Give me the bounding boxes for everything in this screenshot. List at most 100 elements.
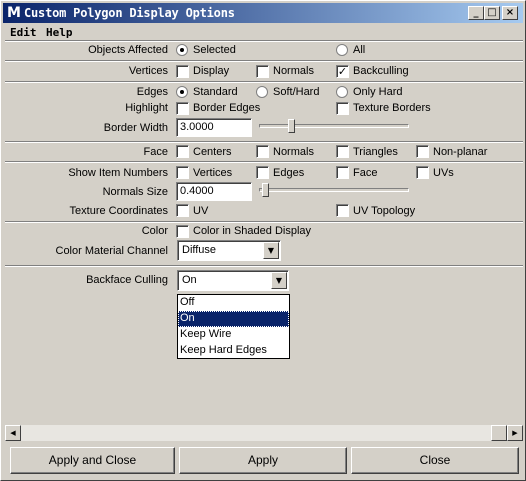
horizontal-scrollbar[interactable]: ◀ ▶ bbox=[5, 425, 523, 441]
vertices-normals-checkbox[interactable] bbox=[256, 65, 269, 78]
item-numbers-vertices-checkbox[interactable] bbox=[176, 166, 189, 179]
texture-borders-label: Texture Borders bbox=[353, 102, 431, 114]
border-width-slider-thumb[interactable] bbox=[287, 119, 295, 133]
texture-coordinates-label: Texture Coordinates bbox=[69, 205, 168, 217]
apply-and-close-button[interactable]: Apply and Close bbox=[10, 447, 175, 474]
normals-size-field[interactable]: 0.4000 bbox=[176, 182, 252, 201]
maya-icon: M bbox=[7, 5, 21, 21]
dropdown-option-keep-wire[interactable]: Keep Wire bbox=[178, 327, 289, 343]
dropdown-option-off[interactable]: Off bbox=[178, 295, 289, 311]
separator bbox=[5, 161, 523, 163]
face-label: Face bbox=[143, 146, 168, 158]
edges-label: Edges bbox=[136, 86, 168, 98]
separator bbox=[5, 60, 523, 62]
backculling-label: Backculling bbox=[353, 65, 409, 77]
chevron-down-icon[interactable]: ▼ bbox=[263, 242, 279, 259]
radio-selected[interactable] bbox=[176, 44, 188, 56]
item-numbers-uvs-checkbox[interactable] bbox=[416, 166, 429, 179]
window-title: Custom Polygon Display Options bbox=[24, 6, 235, 20]
face-triangles-label: Triangles bbox=[353, 146, 398, 158]
face-centers-checkbox[interactable] bbox=[176, 145, 189, 158]
uv-label: UV bbox=[193, 205, 209, 217]
border-edges-checkbox[interactable] bbox=[176, 102, 189, 115]
menu-edit[interactable]: Edit bbox=[10, 26, 37, 39]
dropdown-option-keep-hard-edges[interactable]: Keep Hard Edges bbox=[178, 343, 289, 359]
backculling-checkbox[interactable]: ✓ bbox=[336, 65, 349, 78]
item-numbers-face-label: Face bbox=[353, 167, 378, 179]
normals-size-label: Normals Size bbox=[102, 186, 168, 198]
separator bbox=[5, 141, 523, 143]
normals-size-slider-thumb[interactable] bbox=[261, 183, 269, 197]
radio-dot bbox=[180, 48, 184, 52]
apply-button[interactable]: Apply bbox=[179, 447, 347, 474]
minimize-button[interactable]: _ bbox=[468, 6, 484, 20]
radio-soft-hard[interactable] bbox=[256, 86, 268, 98]
separator bbox=[5, 221, 523, 223]
radio-standard[interactable] bbox=[176, 86, 188, 98]
close-icon: × bbox=[505, 7, 515, 18]
backface-culling-label: Backface Culling bbox=[86, 274, 168, 286]
face-centers-label: Centers bbox=[193, 146, 232, 158]
border-width-field[interactable]: 3.0000 bbox=[176, 118, 252, 137]
chevron-down-icon[interactable]: ▼ bbox=[271, 272, 287, 289]
menu-bar: Edit Help bbox=[3, 24, 523, 41]
arrow-left-icon: ◀ bbox=[10, 429, 16, 437]
border-edges-label: Border Edges bbox=[193, 102, 261, 114]
border-width-label: Border Width bbox=[103, 122, 168, 134]
scroll-right-button[interactable]: ▶ bbox=[507, 425, 523, 441]
face-normals-label: Normals bbox=[273, 146, 314, 158]
separator bbox=[5, 265, 523, 267]
dropdown-option-on[interactable]: On bbox=[178, 311, 289, 327]
texture-borders-checkbox[interactable] bbox=[336, 102, 349, 115]
title-bar[interactable]: M Custom Polygon Display Options _ □ × bbox=[3, 3, 523, 23]
color-material-channel-value: Diffuse bbox=[182, 244, 217, 256]
backface-culling-select[interactable]: On ▼ bbox=[177, 270, 289, 291]
radio-standard-label: Standard bbox=[193, 86, 238, 98]
item-numbers-uvs-label: UVs bbox=[433, 167, 454, 179]
item-numbers-edges-label: Edges bbox=[273, 167, 305, 179]
radio-soft-hard-label: Soft/Hard bbox=[273, 86, 320, 98]
color-material-channel-label: Color Material Channel bbox=[55, 245, 169, 257]
color-material-channel-select[interactable]: Diffuse ▼ bbox=[177, 240, 281, 261]
scroll-left-button[interactable]: ◀ bbox=[5, 425, 21, 441]
radio-dot bbox=[180, 90, 184, 94]
backface-culling-dropdown: Off On Keep Wire Keep Hard Edges bbox=[177, 294, 290, 359]
item-numbers-face-checkbox[interactable] bbox=[336, 166, 349, 179]
uv-topology-checkbox[interactable] bbox=[336, 204, 349, 217]
close-window-button[interactable]: × bbox=[502, 6, 518, 20]
scroll-thumb[interactable] bbox=[491, 425, 507, 441]
vertices-display-checkbox[interactable] bbox=[176, 65, 189, 78]
radio-only-hard[interactable] bbox=[336, 86, 348, 98]
color-in-shaded-checkbox[interactable] bbox=[176, 225, 189, 238]
face-normals-checkbox[interactable] bbox=[256, 145, 269, 158]
color-label: Color bbox=[141, 225, 168, 237]
arrow-right-icon: ▶ bbox=[512, 429, 518, 437]
face-triangles-checkbox[interactable] bbox=[336, 145, 349, 158]
uv-topology-label: UV Topology bbox=[353, 205, 416, 217]
maximize-icon: □ bbox=[487, 7, 497, 18]
highlight-label: Highlight bbox=[125, 102, 168, 114]
vertices-label: Vertices bbox=[128, 65, 168, 77]
close-button[interactable]: Close bbox=[351, 447, 519, 474]
border-width-slider-track bbox=[259, 124, 409, 128]
menu-help[interactable]: Help bbox=[46, 26, 73, 39]
uv-checkbox[interactable] bbox=[176, 204, 189, 217]
radio-selected-label: Selected bbox=[193, 44, 236, 56]
color-in-shaded-label: Color in Shaded Display bbox=[193, 225, 312, 237]
vertices-normals-label: Normals bbox=[273, 65, 314, 77]
vertices-display-label: Display bbox=[193, 65, 230, 77]
radio-all-label: All bbox=[353, 44, 366, 56]
maximize-button[interactable]: □ bbox=[484, 6, 500, 20]
separator bbox=[5, 81, 523, 83]
normals-size-slider-track bbox=[259, 188, 409, 192]
radio-all[interactable] bbox=[336, 44, 348, 56]
minimize-icon: _ bbox=[473, 7, 479, 18]
face-non-planar-label: Non-planar bbox=[433, 146, 488, 158]
item-numbers-vertices-label: Vertices bbox=[193, 167, 233, 179]
item-numbers-edges-checkbox[interactable] bbox=[256, 166, 269, 179]
face-non-planar-checkbox[interactable] bbox=[416, 145, 429, 158]
backface-culling-value: On bbox=[182, 274, 197, 286]
options-window: M Custom Polygon Display Options _ □ × E… bbox=[0, 0, 526, 481]
separator bbox=[5, 40, 523, 42]
check-icon: ✓ bbox=[337, 65, 348, 78]
